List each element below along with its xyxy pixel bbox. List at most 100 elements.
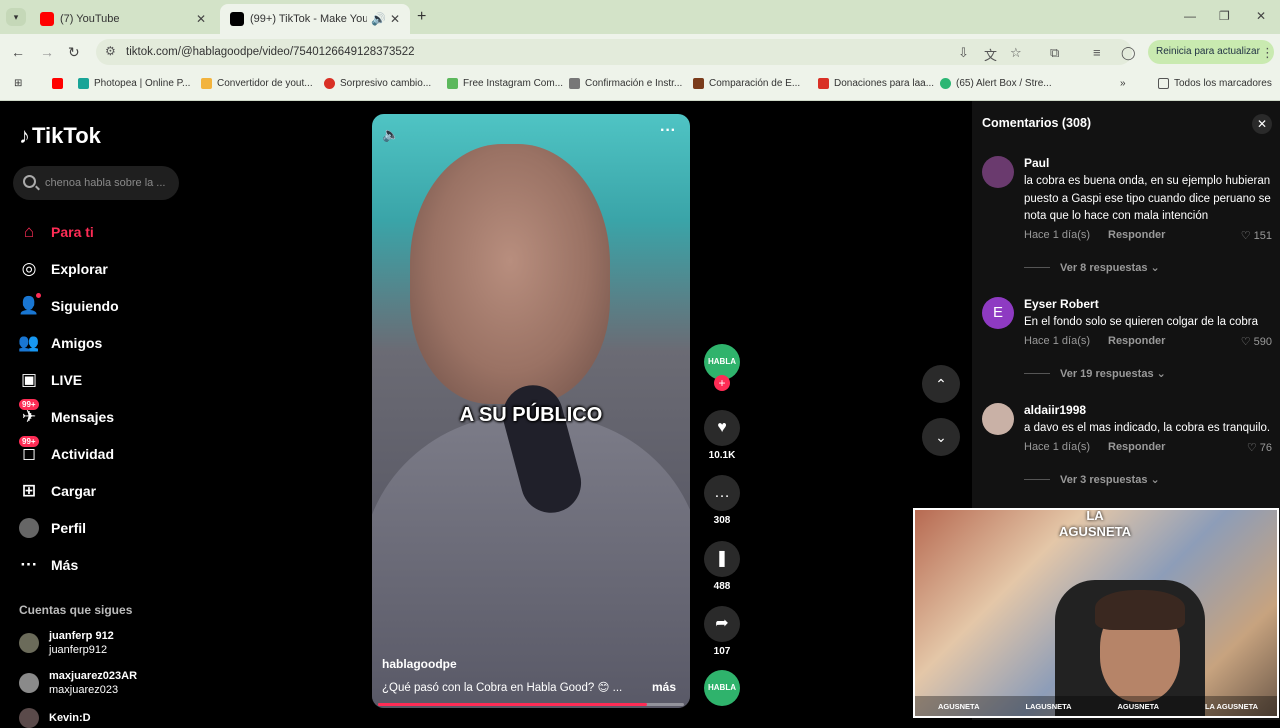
avatar[interactable]: E (982, 297, 1014, 329)
music-disc[interactable]: HABLA (704, 670, 740, 706)
divider (1024, 373, 1050, 374)
divider (1024, 479, 1050, 480)
nav-mas[interactable]: ··· Más (19, 546, 119, 583)
nav-siguiendo[interactable]: 👤 Siguiendo (18, 287, 119, 324)
tab-tiktok[interactable]: (99+) TikTok - Make Your Day 🔊 ✕ (220, 4, 410, 34)
close-window-icon[interactable]: ✕ (1256, 9, 1266, 23)
following-account[interactable]: juanferp 912 juanferp912 (19, 629, 114, 657)
view-replies-button[interactable]: Ver 8 respuestas ⌄ (1024, 261, 1160, 274)
search-input[interactable]: chenoa habla sobre la ... (13, 166, 179, 200)
bookmark-item[interactable]: Donaciones para laa... (818, 78, 934, 89)
video-player[interactable]: A SU PÚBLICO 🔈 ··· hablagoodpe ¿Qué pasó… (372, 114, 690, 708)
minimize-icon[interactable]: — (1184, 9, 1196, 23)
bookmark-label: Comparación de E... (709, 78, 801, 89)
bookmark-item[interactable]: Confirmación e Instr... (569, 78, 682, 89)
chevron-down-icon: ⌄ (935, 429, 947, 445)
apps-icon[interactable]: ⊞ (14, 78, 22, 89)
bookmark-star-icon[interactable]: ☆ (1010, 45, 1022, 61)
nav-actividad[interactable]: ◻ 99+ Actividad (19, 435, 119, 472)
address-bar[interactable]: ⚙ tiktok.com/@hablagoodpe/video/75401266… (96, 39, 1132, 65)
more-bookmarks-icon[interactable]: » (1120, 78, 1126, 89)
nav-cargar[interactable]: ⊞ Cargar (19, 472, 119, 509)
bookmark-item[interactable]: Free Instagram Com... (447, 78, 563, 89)
save-button[interactable]: ❚ 488 (704, 541, 740, 592)
reply-button[interactable]: Responder (1108, 229, 1165, 241)
close-tab-icon[interactable]: ✕ (196, 12, 206, 26)
media-controls-icon[interactable]: ≡ (1093, 45, 1101, 60)
nav-perfil[interactable]: Perfil (19, 509, 119, 546)
webcam-scene (1095, 590, 1185, 630)
comment-count: 308 (713, 515, 731, 526)
install-icon[interactable]: ⇩ (958, 45, 969, 61)
nav-label: LIVE (51, 371, 83, 388)
close-comments-icon[interactable]: ✕ (1252, 114, 1272, 134)
bookmark-item[interactable]: Sorpresivo cambio... (324, 78, 431, 89)
share-button[interactable]: ➦ 107 (704, 606, 740, 657)
extensions-icon[interactable]: ⧉ (1050, 45, 1059, 61)
heart-outline-icon: ♡ (1240, 230, 1254, 242)
site-info-icon[interactable]: ⚙ (105, 44, 116, 58)
tab-youtube[interactable]: (7) YouTube ✕ (30, 4, 216, 34)
nav-explorar[interactable]: ◎ Explorar (19, 250, 119, 287)
bookmark-item[interactable]: Photopea | Online P... (78, 78, 190, 89)
next-video-button[interactable]: ⌄ (922, 418, 960, 456)
streamlabs-icon (940, 78, 951, 89)
comment-button[interactable]: … 308 (704, 475, 740, 526)
bookmark-item[interactable]: (65) Alert Box / Stre... (940, 78, 1052, 89)
comment-like-button[interactable]: ♡ 76 (1247, 441, 1272, 454)
like-count: 10.1K (708, 450, 736, 461)
view-replies-label: Ver 19 respuestas (1060, 367, 1154, 380)
restore-icon[interactable]: ❐ (1219, 9, 1230, 23)
reload-icon[interactable]: ↻ (68, 44, 80, 61)
nav-amigos[interactable]: 👥 Amigos (18, 324, 119, 361)
close-tab-icon[interactable]: ✕ (390, 12, 400, 26)
video-username[interactable]: hablagoodpe (382, 657, 457, 671)
comment-like-button[interactable]: ♡ 151 (1241, 229, 1272, 242)
following-account[interactable]: maxjuarez023AR maxjuarez023 (19, 669, 137, 697)
bookmark-item[interactable]: Convertidor de yout... (201, 78, 313, 89)
site-icon (693, 78, 704, 89)
all-bookmarks[interactable]: Todos los marcadores (1158, 78, 1272, 89)
previous-video-button[interactable]: ⌃ (922, 365, 960, 403)
forward-icon[interactable]: → (40, 44, 54, 60)
nav-para-ti[interactable]: ⌂ Para ti (19, 213, 119, 250)
profile-icon[interactable]: ◯ (1121, 45, 1136, 61)
bookmark-item[interactable]: Comparación de E... (693, 78, 800, 89)
bookmark-label: (65) Alert Box / Stre... (956, 78, 1052, 89)
new-tab-button[interactable]: + (417, 8, 426, 26)
account-handle: juanferp912 (49, 644, 108, 656)
following-account[interactable]: Kevin:D (19, 708, 91, 728)
kebab-menu-icon[interactable]: ⋮ (1261, 45, 1274, 61)
reply-button[interactable]: Responder (1108, 335, 1165, 347)
nav-label: Más (51, 556, 79, 573)
update-button[interactable]: Reinicia para actualizar (1148, 40, 1274, 64)
tiktok-logo[interactable]: ♪ TikTok (19, 123, 101, 149)
volume-icon[interactable]: 🔈 (382, 126, 399, 143)
comment-author[interactable]: Eyser Robert (1024, 297, 1099, 311)
nav-mensajes[interactable]: ✈ 99+ Mensajes (19, 398, 119, 435)
back-icon[interactable]: ← (11, 44, 25, 60)
speaker-icon[interactable]: 🔊 (371, 12, 386, 26)
tab-search-button[interactable]: ▾ (6, 8, 26, 26)
see-more-link[interactable]: más (652, 680, 676, 694)
like-button[interactable]: ♥ 10.1K (704, 410, 740, 461)
avatar[interactable] (982, 156, 1014, 188)
view-replies-button[interactable]: Ver 3 respuestas ⌄ (1024, 473, 1160, 486)
following-title: Cuentas que sigues (19, 603, 133, 617)
kick-handle: AGUSNETA (1117, 701, 1160, 711)
more-options-icon[interactable]: ··· (660, 122, 676, 140)
comment-item: aldaiir1998 a davo es el mas indicado, l… (982, 403, 1274, 493)
nav-label: Cargar (51, 482, 97, 499)
bookmark-label: Photopea | Online P... (94, 78, 191, 89)
translate-icon[interactable]: 文 (984, 45, 997, 64)
reply-button[interactable]: Responder (1108, 441, 1165, 453)
bookmark-youtube[interactable] (52, 78, 68, 89)
comment-like-count: 590 (1253, 336, 1272, 348)
comment-author[interactable]: Paul (1024, 156, 1049, 170)
nav-live[interactable]: ▣ LIVE (19, 361, 119, 398)
avatar[interactable] (982, 403, 1014, 435)
comment-like-button[interactable]: ♡ 590 (1241, 335, 1272, 348)
follow-plus-icon[interactable]: + (714, 375, 730, 391)
comment-author[interactable]: aldaiir1998 (1024, 403, 1086, 417)
view-replies-button[interactable]: Ver 19 respuestas ⌄ (1024, 367, 1166, 380)
